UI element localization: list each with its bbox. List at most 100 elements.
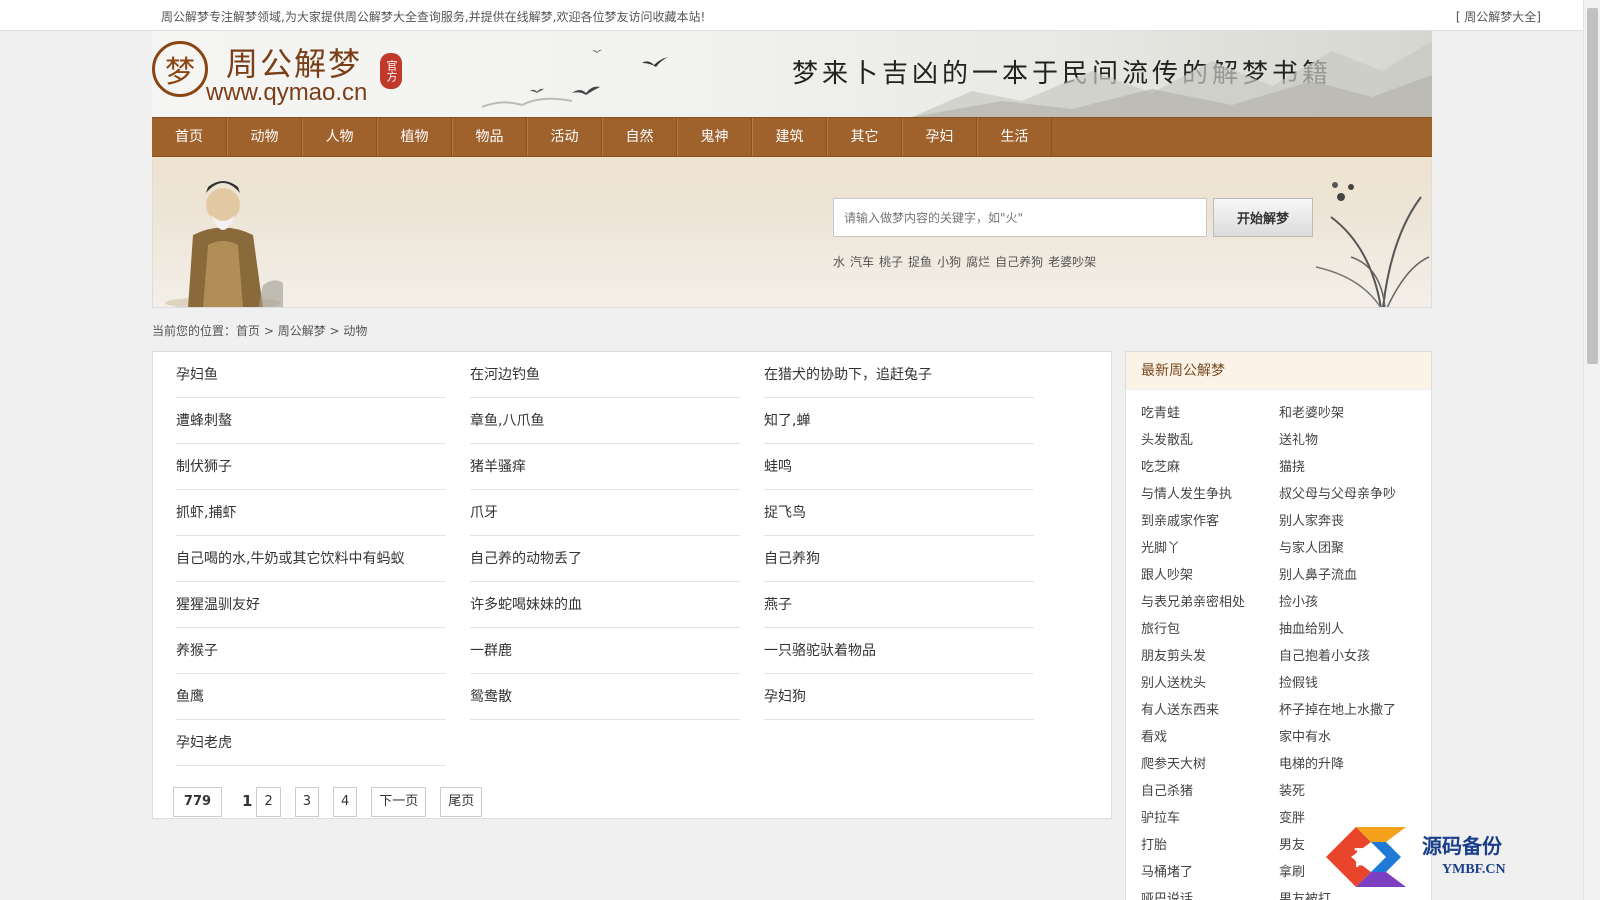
page-2-link[interactable]: 2 xyxy=(256,787,281,817)
list-item[interactable]: 猪羊骚痒 xyxy=(470,444,740,490)
mountain-painting xyxy=(912,41,1432,117)
sidebar-link[interactable]: 杯子掉在地上水撒了 xyxy=(1279,697,1426,724)
list-item[interactable]: 抓虾,捕虾 xyxy=(176,490,446,536)
hot-keyword[interactable]: 桃子 xyxy=(879,253,903,270)
list-item[interactable]: 爪牙 xyxy=(470,490,740,536)
nav-item-home[interactable]: 首页 xyxy=(152,118,227,156)
nav-item-ghosts[interactable]: 鬼神 xyxy=(677,118,752,156)
sidebar-link[interactable]: 朋友剪头发 xyxy=(1141,643,1279,670)
page-3-link[interactable]: 3 xyxy=(294,787,319,817)
sidebar-link[interactable]: 抽血给别人 xyxy=(1279,616,1426,643)
sidebar-link[interactable]: 哑巴说话 xyxy=(1141,886,1279,900)
nav-item-objects[interactable]: 物品 xyxy=(452,118,527,156)
sidebar-link[interactable]: 打胎 xyxy=(1141,832,1279,859)
sidebar-link[interactable]: 家中有水 xyxy=(1279,724,1426,751)
breadcrumb-current: 动物 xyxy=(343,324,368,338)
list-item[interactable]: 自己养的动物丢了 xyxy=(470,536,740,582)
page-4-link[interactable]: 4 xyxy=(333,787,358,817)
last-page-link[interactable]: 尾页 xyxy=(440,787,483,817)
sidebar-link[interactable]: 旅行包 xyxy=(1141,616,1279,643)
list-item[interactable]: 章鱼,八爪鱼 xyxy=(470,398,740,444)
sidebar-link[interactable]: 驴拉车 xyxy=(1141,805,1279,832)
sidebar-link[interactable]: 电梯的升降 xyxy=(1279,751,1426,778)
list-item[interactable]: 许多蛇喝妹妹的血 xyxy=(470,582,740,628)
sidebar-link[interactable]: 送礼物 xyxy=(1279,427,1426,454)
sidebar-link[interactable]: 叔父母与父母亲争吵 xyxy=(1279,481,1426,508)
nav-item-nature[interactable]: 自然 xyxy=(602,118,677,156)
scrollbar-thumb[interactable] xyxy=(1587,8,1598,364)
logo-icon[interactable]: 梦 xyxy=(152,41,208,97)
sidebar-link[interactable]: 吃芝麻 xyxy=(1141,454,1279,481)
dream-encyclopedia-link[interactable]: [ 周公解梦大全] xyxy=(1456,8,1541,25)
sidebar-link[interactable]: 马桶堵了 xyxy=(1141,859,1279,886)
list-item[interactable]: 捉飞鸟 xyxy=(764,490,1034,536)
page-scrollbar[interactable] xyxy=(1583,0,1600,900)
sidebar-link[interactable]: 装死 xyxy=(1279,778,1426,805)
sidebar-title: 最新周公解梦 xyxy=(1126,352,1431,390)
nav-item-pregnant[interactable]: 孕妇 xyxy=(902,118,977,156)
hot-keyword[interactable]: 水 xyxy=(833,253,845,270)
list-item[interactable]: 一只骆驼驮着物品 xyxy=(764,628,1034,674)
birds-decoration xyxy=(482,49,668,108)
list-item[interactable]: 孕妇老虎 xyxy=(176,720,446,766)
sidebar-link[interactable]: 捡假钱 xyxy=(1279,670,1426,697)
hot-keyword[interactable]: 汽车 xyxy=(850,253,874,270)
sidebar-link[interactable]: 吃青蛙 xyxy=(1141,400,1279,427)
nav-item-others[interactable]: 其它 xyxy=(827,118,902,156)
list-item[interactable]: 燕子 xyxy=(764,582,1034,628)
list-item[interactable]: 孕妇狗 xyxy=(764,674,1034,720)
sidebar-link[interactable]: 头发散乱 xyxy=(1141,427,1279,454)
dream-search-input[interactable] xyxy=(833,198,1207,237)
sidebar-link[interactable]: 跟人吵架 xyxy=(1141,562,1279,589)
sidebar-link[interactable]: 捡小孩 xyxy=(1279,589,1426,616)
watermark-logo-char: 码 xyxy=(1354,847,1376,872)
start-dream-search-button[interactable]: 开始解梦 xyxy=(1213,198,1313,237)
nav-item-buildings[interactable]: 建筑 xyxy=(752,118,827,156)
nav-item-activities[interactable]: 活动 xyxy=(527,118,602,156)
list-item[interactable]: 一群鹿 xyxy=(470,628,740,674)
sidebar-link[interactable]: 与家人团聚 xyxy=(1279,535,1426,562)
sidebar-link[interactable]: 别人鼻子流血 xyxy=(1279,562,1426,589)
sidebar-link[interactable]: 自己杀猪 xyxy=(1141,778,1279,805)
list-item[interactable]: 鸳鸯散 xyxy=(470,674,740,720)
hot-keyword[interactable]: 腐烂 xyxy=(966,253,990,270)
list-item[interactable]: 猩猩温驯友好 xyxy=(176,582,446,628)
list-item[interactable]: 自己养狗 xyxy=(764,536,1034,582)
list-item[interactable]: 遭蜂刺螯 xyxy=(176,398,446,444)
breadcrumb-dream[interactable]: 周公解梦 xyxy=(278,324,326,338)
list-item[interactable]: 在河边钓鱼 xyxy=(470,352,740,398)
nav-item-life[interactable]: 生活 xyxy=(977,118,1052,156)
sidebar-link[interactable]: 有人送东西来 xyxy=(1141,697,1279,724)
hot-keyword[interactable]: 老婆吵架 xyxy=(1048,253,1096,270)
sidebar-link[interactable]: 爬参天大树 xyxy=(1141,751,1279,778)
sidebar-link[interactable]: 猫挠 xyxy=(1279,454,1426,481)
sidebar-link[interactable]: 自己抱着小女孩 xyxy=(1279,643,1426,670)
sidebar-link[interactable]: 看戏 xyxy=(1141,724,1279,751)
sidebar-link[interactable]: 别人送枕头 xyxy=(1141,670,1279,697)
nav-item-plants[interactable]: 植物 xyxy=(377,118,452,156)
list-item[interactable]: 鱼鹰 xyxy=(176,674,446,720)
zhougong-portrait xyxy=(165,181,283,307)
list-item[interactable]: 在猎犬的协助下，追赶兔子 xyxy=(764,352,1034,398)
list-item[interactable]: 孕妇鱼 xyxy=(176,352,446,398)
list-item[interactable]: 自己喝的水,牛奶或其它饮料中有蚂蚁 xyxy=(176,536,446,582)
hot-keyword[interactable]: 小狗 xyxy=(937,253,961,270)
hot-keyword[interactable]: 捉鱼 xyxy=(908,253,932,270)
site-header: 梦 周公解梦 www.qymao.cn 官方 梦来卜吉凶的一本于民间流传的解梦书… xyxy=(152,31,1432,117)
sidebar-link[interactable]: 与表兄弟亲密相处 xyxy=(1141,589,1279,616)
sidebar-link[interactable]: 光脚丫 xyxy=(1141,535,1279,562)
list-item[interactable]: 蛙鸣 xyxy=(764,444,1034,490)
nav-item-people[interactable]: 人物 xyxy=(302,118,377,156)
list-item[interactable]: 制伏狮子 xyxy=(176,444,446,490)
sidebar-link[interactable]: 与情人发生争执 xyxy=(1141,481,1279,508)
breadcrumb-home[interactable]: 首页 xyxy=(236,324,260,338)
sidebar-link[interactable]: 和老婆吵架 xyxy=(1279,400,1426,427)
list-item[interactable]: 知了,蝉 xyxy=(764,398,1034,444)
nav-item-animals[interactable]: 动物 xyxy=(227,118,302,156)
sidebar-link[interactable]: 到亲戚家作客 xyxy=(1141,508,1279,535)
top-bar: 周公解梦专注解梦领域,为大家提供周公解梦大全查询服务,并提供在线解梦,欢迎各位梦… xyxy=(0,0,1600,31)
sidebar-link[interactable]: 别人家奔丧 xyxy=(1279,508,1426,535)
list-item[interactable]: 养猴子 xyxy=(176,628,446,674)
hot-keyword[interactable]: 自己养狗 xyxy=(995,253,1043,270)
next-page-link[interactable]: 下一页 xyxy=(371,787,427,817)
